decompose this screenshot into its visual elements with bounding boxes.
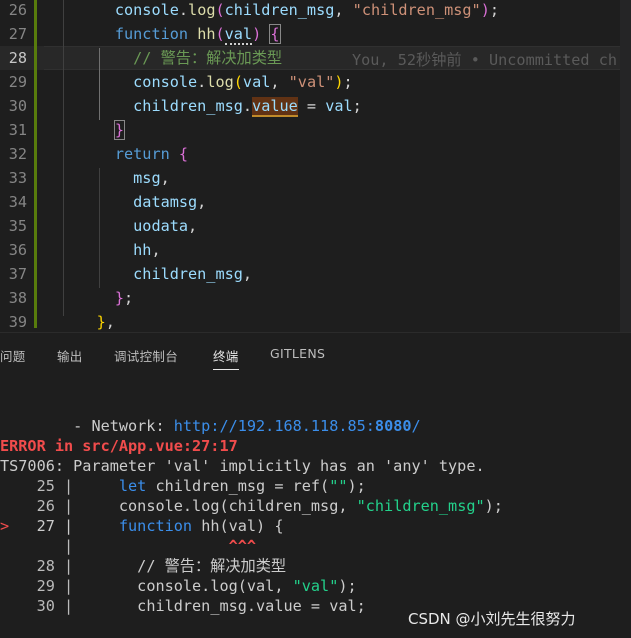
error-line-marker (0, 537, 18, 555)
error-title: ERROR in src/App.vue:27:17 (0, 437, 238, 455)
code-line[interactable]: 26 console.log(children_msg, "children_m… (0, 0, 631, 22)
line-number: 35 (8, 217, 27, 235)
line-number: 34 (8, 193, 27, 211)
error-frame-line: 25 | let children_msg = ref(""); (0, 476, 366, 496)
line-code: hh, (133, 241, 161, 259)
line-number: 38 (8, 289, 27, 307)
indent-guide (99, 168, 100, 288)
line-number: 36 (8, 241, 27, 259)
code-line[interactable]: 32 return { (0, 142, 631, 166)
code-line[interactable]: 33 msg, (0, 166, 631, 190)
git-blame-annotation: You, 52秒钟前 • Uncommitted ch (352, 51, 618, 69)
line-code: return { (114, 145, 189, 163)
error-frame-line: 28 | // 警告：解决加类型 (0, 556, 287, 576)
line-code: console.log(children_msg, "children_msg"… (114, 1, 499, 19)
line-number: 33 (8, 169, 27, 187)
indent-guide (63, 0, 64, 316)
error-frame-line: 26 | console.log(children_msg, "children… (0, 496, 503, 516)
tab-problems[interactable]: 问题 (0, 346, 26, 365)
terminal-network-line: - Network: http://192.168.118.85:8080/ (0, 396, 421, 435)
indent-guide-active (99, 48, 100, 120)
error-frame-line-number: 27 | (18, 517, 83, 535)
network-url-port: 8080 (374, 417, 412, 435)
code-line[interactable]: 36 hh, (0, 238, 631, 262)
line-code: }, (96, 313, 115, 331)
code-line[interactable]: 39 }, (0, 310, 631, 332)
git-change-indicator (34, 0, 37, 328)
error-line-marker (0, 597, 18, 615)
code-line[interactable]: 38 }; (0, 286, 631, 310)
code-line[interactable]: 30 children_msg.value = val; (0, 94, 631, 118)
network-url-host: http://192.168.118.85: (173, 417, 375, 435)
line-code: uodata, (133, 217, 198, 235)
error-line-marker (0, 557, 18, 575)
line-code: function hh(val) { (114, 24, 281, 45)
error-frame-line-number: 30 | (18, 597, 83, 615)
code-line[interactable]: 37 children_msg, (0, 262, 631, 286)
editor-scrollbar[interactable] (620, 0, 631, 332)
tab-terminal[interactable]: 终端 (213, 346, 239, 370)
error-frame-line: > 27 | function hh(val) { (0, 517, 284, 535)
line-number: 29 (8, 73, 27, 91)
error-frame-line: | ^^^ (0, 536, 256, 556)
code-line[interactable]: 27 function hh(val) { (0, 22, 631, 46)
error-message: TS7006: Parameter 'val' implicitly has a… (0, 457, 485, 475)
line-code: children_msg, (133, 265, 253, 283)
error-frame-line-number: 25 | (18, 477, 83, 495)
line-number: 37 (8, 265, 27, 283)
error-line-marker (0, 477, 18, 495)
line-number: 26 (8, 1, 27, 19)
error-frame-line-number: 29 | (18, 577, 83, 595)
error-line-marker: > (0, 517, 19, 535)
code-editor[interactable]: 26 console.log(children_msg, "children_m… (0, 0, 631, 332)
line-code: datamsg, (133, 193, 207, 211)
line-code: }; (114, 289, 134, 307)
line-number: 27 (8, 25, 27, 43)
code-line[interactable]: 34 datamsg, (0, 190, 631, 214)
line-number: 39 (8, 313, 27, 331)
code-line[interactable]: 31 } (0, 118, 631, 142)
network-url-suffix: / (411, 417, 421, 435)
line-code: children_msg.value = val; (133, 97, 362, 117)
line-number: 28 (8, 49, 27, 67)
error-frame-line: 30 | children_msg.value = val; (0, 596, 366, 616)
network-url[interactable]: http://192.168.118.85:8080/ (174, 417, 421, 435)
line-number: 31 (8, 121, 27, 139)
bottom-panel: 问题 输出 调试控制台 终端 GITLENS - Network: http:/… (0, 332, 631, 638)
code-line[interactable]: 29 console.log(val, "val"); (0, 70, 631, 94)
watermark: CSDN @小刘先生很努力 (408, 610, 576, 628)
line-code: console.log(val, "val"); (133, 73, 353, 91)
network-label: - Network: (54, 417, 174, 435)
code-line[interactable]: 35 uodata, (0, 214, 631, 238)
tab-debug-console[interactable]: 调试控制台 (114, 346, 178, 365)
line-code: } (113, 120, 126, 140)
error-frame-line-number: 26 | (18, 497, 83, 515)
error-frame-line: 29 | console.log(val, "val"); (0, 576, 357, 596)
error-line-marker (0, 497, 18, 515)
line-number: 32 (8, 145, 27, 163)
error-frame-line-number: | (18, 537, 83, 555)
line-code: msg, (133, 169, 170, 187)
tab-gitlens[interactable]: GITLENS (270, 346, 325, 361)
panel-tabs: 问题 输出 调试控制台 终端 GITLENS (0, 333, 631, 375)
line-number: 30 (8, 97, 27, 115)
tab-output[interactable]: 输出 (57, 346, 83, 365)
error-frame-line-number: 28 | (18, 557, 83, 575)
error-line-marker (0, 577, 18, 595)
line-code: // 警告：解决加类型 (133, 49, 283, 67)
